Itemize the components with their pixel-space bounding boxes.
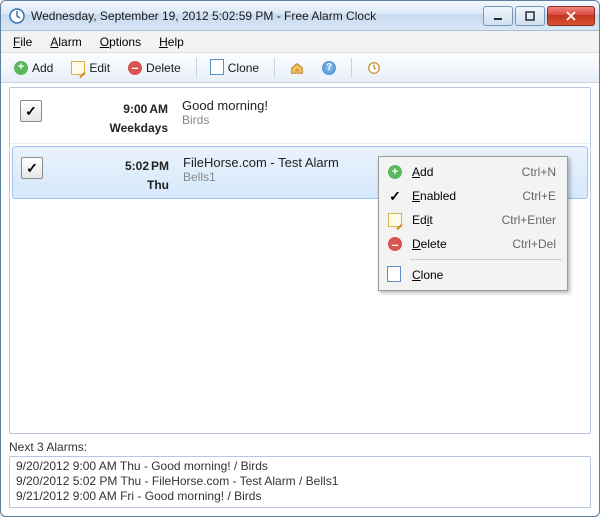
next-alarms-box: 9/20/2012 9:00 AM Thu - Good morning! / … <box>9 456 591 508</box>
context-delete[interactable]: – Delete Ctrl+Del <box>382 232 564 256</box>
app-window: Wednesday, September 19, 2012 5:02:59 PM… <box>0 0 600 517</box>
next-alarm-line: 9/21/2012 9:00 AM Fri - Good morning! / … <box>16 489 584 504</box>
window-title: Wednesday, September 19, 2012 5:02:59 PM… <box>31 9 376 23</box>
menu-options[interactable]: Options <box>92 33 149 51</box>
help-button[interactable]: ? <box>315 58 343 78</box>
next-alarms-label: Next 3 Alarms: <box>9 440 591 454</box>
menubar: File Alarm Options Help <box>1 31 599 53</box>
alarm-details: Good morning! Birds <box>182 96 580 127</box>
delete-button[interactable]: – Delete <box>121 58 188 78</box>
context-edit[interactable]: Edit Ctrl+Enter <box>382 208 564 232</box>
maximize-button[interactable] <box>515 6 545 26</box>
next-alarm-line: 9/20/2012 5:02 PM Thu - FileHorse.com - … <box>16 474 584 489</box>
app-clock-icon <box>9 8 25 24</box>
check-icon: ✓ <box>25 103 37 120</box>
separator <box>351 58 352 78</box>
alarm-enabled-checkbox[interactable]: ✓ <box>20 100 42 122</box>
clone-button[interactable]: Clone <box>205 58 266 78</box>
context-enabled[interactable]: ✓ Enabled Ctrl+E <box>382 184 564 208</box>
menu-help[interactable]: Help <box>151 33 192 51</box>
edit-label: Edit <box>89 61 110 75</box>
alarm-list[interactable]: ✓ 9:00AM Weekdays Good morning! Birds ✓ … <box>9 87 591 434</box>
check-icon: ✓ <box>26 160 38 177</box>
delete-label: Delete <box>146 61 181 75</box>
alarm-time-col: 5:02PM Thu <box>59 153 169 192</box>
edit-icon <box>71 61 85 75</box>
clone-label: Clone <box>228 61 259 75</box>
menu-file[interactable]: File <box>5 33 40 51</box>
add-label: Add <box>32 61 53 75</box>
minus-icon: – <box>387 236 403 252</box>
home-icon <box>290 61 304 75</box>
edit-button[interactable]: Edit <box>64 58 117 78</box>
menu-alarm[interactable]: Alarm <box>42 33 89 51</box>
clone-icon <box>212 61 224 75</box>
minus-icon: – <box>128 61 142 75</box>
add-button[interactable]: + Add <box>7 58 60 78</box>
alarm-row[interactable]: ✓ 9:00AM Weekdays Good morning! Birds <box>10 88 590 144</box>
titlebar[interactable]: Wednesday, September 19, 2012 5:02:59 PM… <box>1 1 599 31</box>
separator <box>274 58 275 78</box>
alarm-enabled-checkbox[interactable]: ✓ <box>21 157 43 179</box>
close-button[interactable] <box>547 6 595 26</box>
footer: Next 3 Alarms: 9/20/2012 9:00 AM Thu - G… <box>9 440 591 508</box>
separator <box>410 259 562 260</box>
context-menu: + Add Ctrl+N ✓ Enabled Ctrl+E Edit Ctrl+… <box>378 156 568 291</box>
clock-refresh-icon <box>367 61 381 75</box>
edit-icon <box>387 212 403 228</box>
update-button[interactable] <box>360 58 388 78</box>
help-icon: ? <box>322 61 336 75</box>
alarm-title: Good morning! <box>182 98 580 113</box>
minimize-button[interactable] <box>483 6 513 26</box>
plus-icon: + <box>387 164 403 180</box>
context-clone[interactable]: Clone <box>382 263 564 287</box>
context-add[interactable]: + Add Ctrl+N <box>382 160 564 184</box>
alarm-time-col: 9:00AM Weekdays <box>58 96 168 135</box>
toolbar: + Add Edit – Delete Clone ? <box>1 53 599 83</box>
next-alarm-line: 9/20/2012 9:00 AM Thu - Good morning! / … <box>16 459 584 474</box>
home-button[interactable] <box>283 58 311 78</box>
clone-icon <box>387 267 403 283</box>
plus-icon: + <box>14 61 28 75</box>
separator <box>196 58 197 78</box>
check-icon: ✓ <box>387 188 403 204</box>
alarm-sound: Birds <box>182 113 580 127</box>
